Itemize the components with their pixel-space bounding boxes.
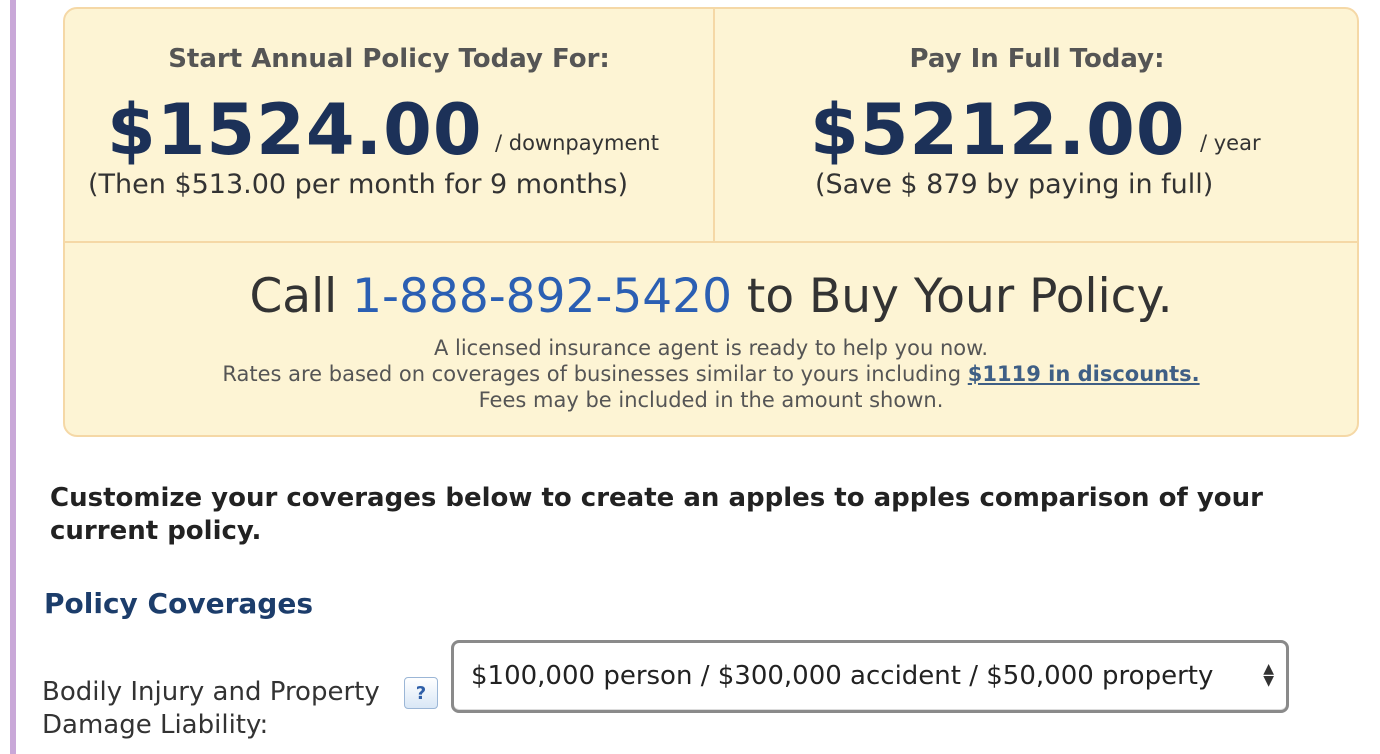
full-title: Pay In Full Today: [909,44,1165,74]
bodily-injury-selected-value: $100,000 person / $300,000 accident / $5… [471,661,1214,691]
up-down-arrows-icon: ▲ ▼ [1263,661,1274,689]
rates-note: Rates are based on coverages of business… [65,362,1357,386]
annual-amount: $1524.00 [107,89,483,171]
policy-coverages-heading: Policy Coverages [44,587,313,620]
annual-detail: (Then $513.00 per month for 9 months) [88,169,629,200]
agent-note: A licensed insurance agent is ready to h… [433,336,989,360]
row-divider [65,241,1357,243]
discounts-link[interactable]: $1119 in discounts. [968,362,1200,386]
bodily-injury-select[interactable]: $100,000 person / $300,000 accident / $5… [451,640,1289,713]
rates-note-text: Rates are based on coverages of business… [222,362,962,386]
phone-number[interactable]: 1-888-892-5420 [352,269,732,324]
full-unit: / year [1200,131,1261,155]
left-border-rule [10,0,16,754]
customize-instructions: Customize your coverages below to create… [50,483,1263,546]
full-detail: (Save $ 879 by paying in full) [815,169,1214,200]
annual-unit: / downpayment [495,131,659,155]
full-amount: $5212.00 [810,89,1186,171]
question-mark-icon[interactable]: ? [404,677,438,709]
fees-note: Fees may be included in the amount shown… [478,388,944,412]
call-prefix: Call [249,269,338,324]
call-to-buy: Call 1-888-892-5420 to Buy Your Policy. [65,269,1357,324]
annual-title: Start Annual Policy Today For: [168,44,610,74]
quote-panel: Start Annual Policy Today For: $1524.00 … [63,7,1359,437]
call-suffix: to Buy Your Policy. [746,269,1173,324]
bodily-injury-label: Bodily Injury and Property Damage Liabil… [42,677,380,740]
